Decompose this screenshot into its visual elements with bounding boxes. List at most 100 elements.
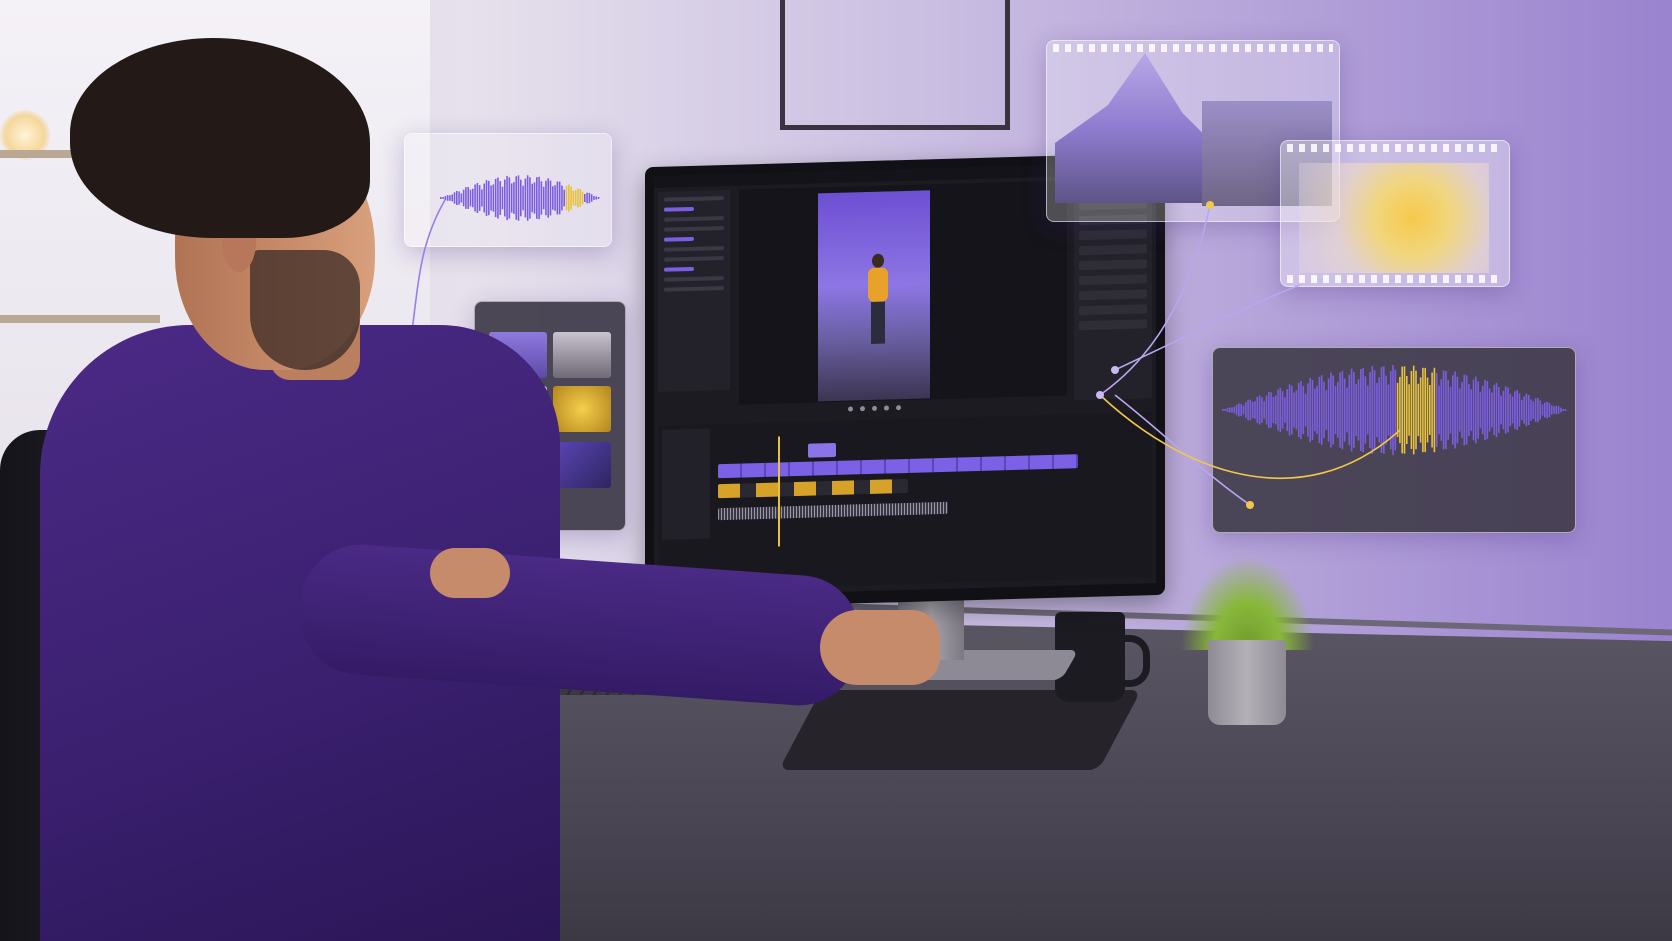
waveform-bar	[568, 184, 570, 212]
waveform-bar	[556, 181, 559, 215]
waveform-bar	[1470, 389, 1472, 431]
waveform-bar	[1245, 402, 1247, 418]
waveform-bar	[538, 176, 540, 220]
waveform-bar	[1314, 388, 1316, 432]
waveform-bar	[1332, 375, 1334, 445]
waveform-bar	[1495, 382, 1498, 438]
waveform-bar	[440, 197, 442, 199]
waveform-bar	[462, 189, 465, 207]
waveform-bar	[1422, 367, 1424, 453]
waveform-bar	[577, 188, 579, 208]
waveform-bar	[504, 179, 506, 217]
waveform-bar	[1415, 370, 1417, 450]
waveform-bar	[1373, 370, 1376, 450]
waveform-bar	[1311, 380, 1314, 440]
waveform-bar	[476, 183, 479, 213]
waveform-bar	[1553, 406, 1555, 414]
waveform-bar	[1454, 371, 1456, 449]
waveform-bar	[1458, 388, 1461, 432]
waveform-bar	[451, 194, 454, 202]
waveform-bar	[1435, 373, 1438, 447]
waveform-bar	[1366, 385, 1369, 435]
waveform-bar	[1433, 367, 1436, 453]
waveform-bar	[1327, 378, 1330, 442]
waveform-bar	[1302, 386, 1305, 434]
waveform-bar	[1385, 375, 1387, 445]
waveform-bar	[488, 180, 490, 216]
waveform-bar	[1518, 393, 1521, 427]
waveform-bar	[472, 188, 474, 208]
waveform-bar	[1224, 409, 1226, 411]
waveform-bar	[1516, 390, 1518, 430]
waveform-bar	[1297, 382, 1300, 438]
waveform-bar	[1268, 391, 1270, 429]
waveform-bar	[1532, 401, 1535, 419]
waveform-bar	[1307, 383, 1309, 437]
waveform-bar	[1452, 375, 1454, 445]
waveform-bar	[1429, 385, 1431, 435]
waveform-bar	[1376, 382, 1378, 438]
waveform-bar	[1226, 408, 1229, 412]
waveform-bar	[446, 195, 449, 201]
waveform-bar	[444, 195, 447, 201]
waveform-bar	[522, 185, 524, 211]
waveform-bar	[1304, 393, 1307, 427]
waveform-bar	[1442, 370, 1445, 450]
waveform-bar	[1222, 409, 1224, 411]
waveform-bar	[1534, 398, 1537, 422]
waveform-bar	[1463, 374, 1466, 446]
waveform-bar	[1523, 396, 1525, 424]
waveform-bar	[593, 196, 595, 200]
waveform-bar	[1525, 393, 1528, 427]
waveform-bar	[1247, 399, 1249, 421]
waveform-bar	[1424, 367, 1426, 453]
waveform-bar	[1479, 391, 1482, 429]
waveform-bar	[1403, 366, 1406, 454]
waveform-bar	[1378, 377, 1380, 443]
waveform-bar	[1461, 381, 1463, 439]
waveform-bar	[552, 186, 554, 210]
waveform-bar	[485, 180, 488, 216]
waveform-bar	[1323, 381, 1325, 439]
waveform-bar	[1417, 383, 1420, 437]
waveform-bar	[1274, 395, 1277, 425]
waveform-bar	[1228, 407, 1231, 413]
waveform-bar	[595, 196, 598, 200]
waveform-bar	[483, 183, 486, 213]
waveform-bar	[545, 180, 547, 216]
waveform-bar	[1498, 387, 1500, 433]
waveform-bar	[1394, 369, 1397, 451]
waveform-bar	[481, 189, 483, 207]
waveform-bar	[1238, 403, 1240, 417]
waveform-bar	[1562, 408, 1564, 412]
connector-node	[1111, 366, 1119, 374]
waveform-bar	[1300, 381, 1302, 439]
waveform-bar	[1387, 384, 1390, 436]
waveform-bar	[1537, 397, 1539, 423]
waveform-bar	[1355, 383, 1357, 437]
waveform-bar	[1419, 377, 1422, 443]
waveform-bar	[526, 175, 529, 221]
waveform-bar	[460, 193, 463, 203]
waveform-bar	[474, 184, 476, 212]
waveform-bar	[1291, 385, 1293, 435]
waveform-bar	[1254, 401, 1256, 419]
waveform-bar	[458, 191, 460, 205]
waveform-bar	[1265, 395, 1268, 425]
waveform-bar	[1235, 404, 1238, 416]
person-beard	[250, 250, 360, 370]
waveform-bar	[1383, 366, 1385, 454]
waveform-bar	[1564, 409, 1567, 411]
waveform-bar	[1475, 376, 1477, 444]
waveform-bar	[510, 183, 513, 213]
waveform-bar	[1261, 397, 1263, 423]
waveform-bar	[581, 191, 584, 205]
waveform-bar	[506, 175, 508, 221]
waveform-bar	[1472, 379, 1475, 441]
waveform-bar	[1284, 397, 1286, 423]
waveform-bar	[563, 189, 566, 207]
waveform-bar	[584, 194, 586, 202]
waveform-bar	[1364, 376, 1367, 444]
connector-node	[1206, 201, 1214, 209]
waveform-bar	[1544, 402, 1546, 418]
